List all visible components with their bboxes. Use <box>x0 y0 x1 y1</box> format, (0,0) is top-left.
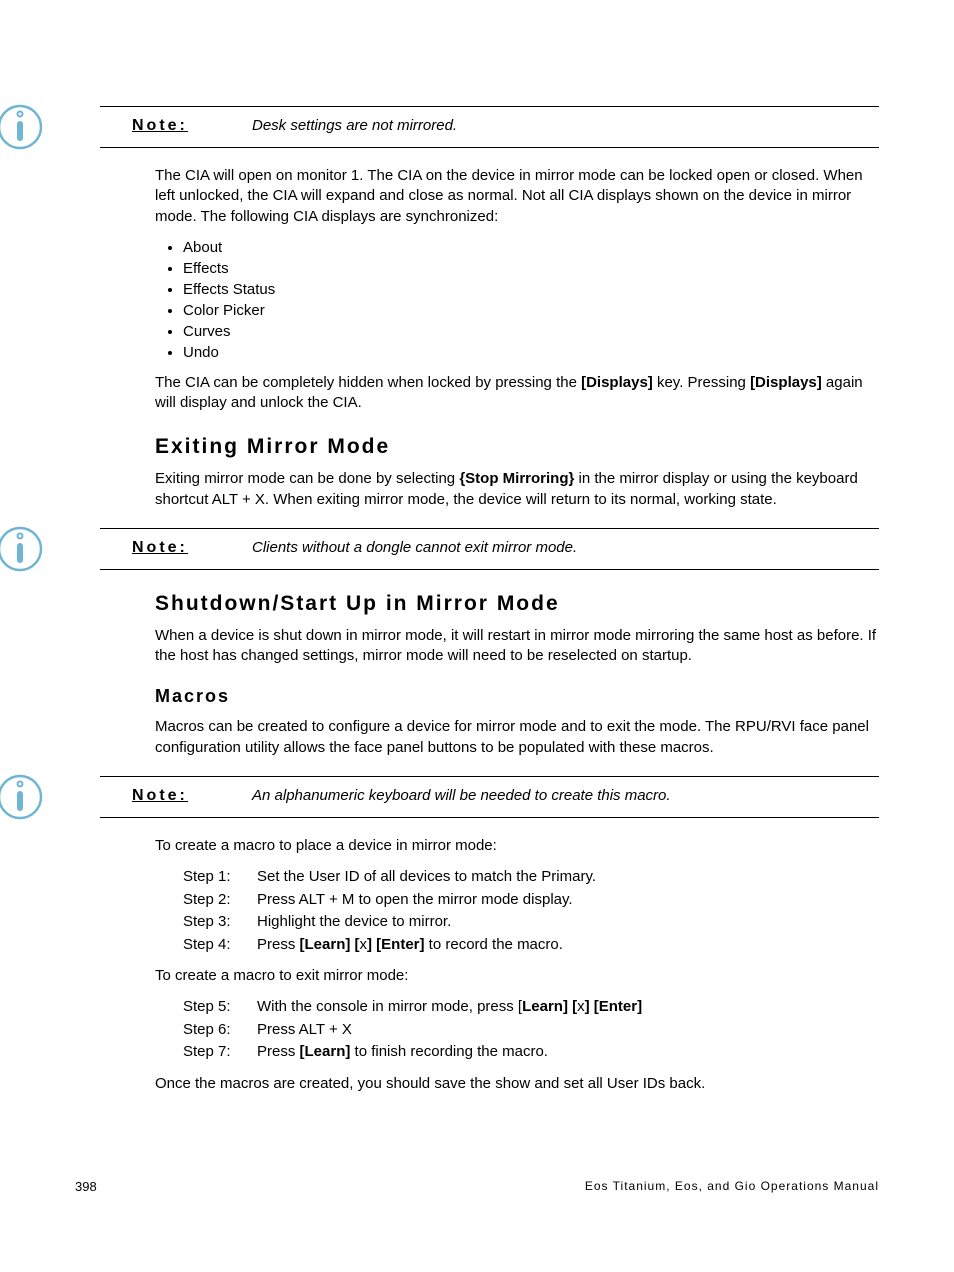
list-item: About <box>183 237 879 258</box>
step-row: Step 7: Press [Learn] to finish recordin… <box>183 1041 879 1064</box>
step-row: Step 5: With the console in mirror mode,… <box>183 996 879 1019</box>
heading-exiting-mirror-mode: Exiting Mirror Mode <box>155 435 879 459</box>
step-row: Step 4: Press [Learn] [x] [Enter] to rec… <box>183 934 879 957</box>
info-icon <box>0 774 43 820</box>
body-paragraph: To create a macro to exit mirror mode: <box>155 966 879 986</box>
body-paragraph: Exiting mirror mode can be done by selec… <box>155 469 879 510</box>
body-paragraph: Macros can be created to configure a dev… <box>155 717 879 758</box>
manual-title: Eos Titanium, Eos, and Gio Operations Ma… <box>585 1179 879 1194</box>
list-item: Effects <box>183 258 879 279</box>
body-paragraph: The CIA will open on monitor 1. The CIA … <box>155 166 879 227</box>
note-block-1: Note: Desk settings are not mirrored. <box>100 106 879 148</box>
step-row: Step 6: Press ALT + X <box>183 1019 879 1042</box>
note-label: Note: <box>132 539 252 557</box>
body-paragraph: Once the macros are created, you should … <box>155 1074 879 1094</box>
info-icon <box>0 104 43 150</box>
step-row: Step 1: Set the User ID of all devices t… <box>183 866 879 889</box>
page-footer: 398 Eos Titanium, Eos, and Gio Operation… <box>75 1179 879 1194</box>
steps-list-2: Step 5: With the console in mirror mode,… <box>183 996 879 1064</box>
list-item: Curves <box>183 321 879 342</box>
note-label: Note: <box>132 117 252 135</box>
list-item: Undo <box>183 342 879 363</box>
note-label: Note: <box>132 787 252 805</box>
heading-shutdown-startup: Shutdown/Start Up in Mirror Mode <box>155 592 879 616</box>
bullet-list: About Effects Effects Status Color Picke… <box>183 237 879 363</box>
note-text: Desk settings are not mirrored. <box>252 117 457 134</box>
heading-macros: Macros <box>155 686 879 707</box>
info-icon <box>0 526 43 572</box>
note-text: An alphanumeric keyboard will be needed … <box>252 787 671 804</box>
step-row: Step 3: Highlight the device to mirror. <box>183 911 879 934</box>
page-number: 398 <box>75 1179 97 1194</box>
body-paragraph: The CIA can be completely hidden when lo… <box>155 373 879 414</box>
body-paragraph: When a device is shut down in mirror mod… <box>155 626 879 667</box>
note-text: Clients without a dongle cannot exit mir… <box>252 539 577 556</box>
step-row: Step 2: Press ALT + M to open the mirror… <box>183 889 879 912</box>
steps-list-1: Step 1: Set the User ID of all devices t… <box>183 866 879 956</box>
list-item: Effects Status <box>183 279 879 300</box>
note-block-2: Note: Clients without a dongle cannot ex… <box>100 528 879 570</box>
list-item: Color Picker <box>183 300 879 321</box>
body-paragraph: To create a macro to place a device in m… <box>155 836 879 856</box>
note-block-3: Note: An alphanumeric keyboard will be n… <box>100 776 879 818</box>
